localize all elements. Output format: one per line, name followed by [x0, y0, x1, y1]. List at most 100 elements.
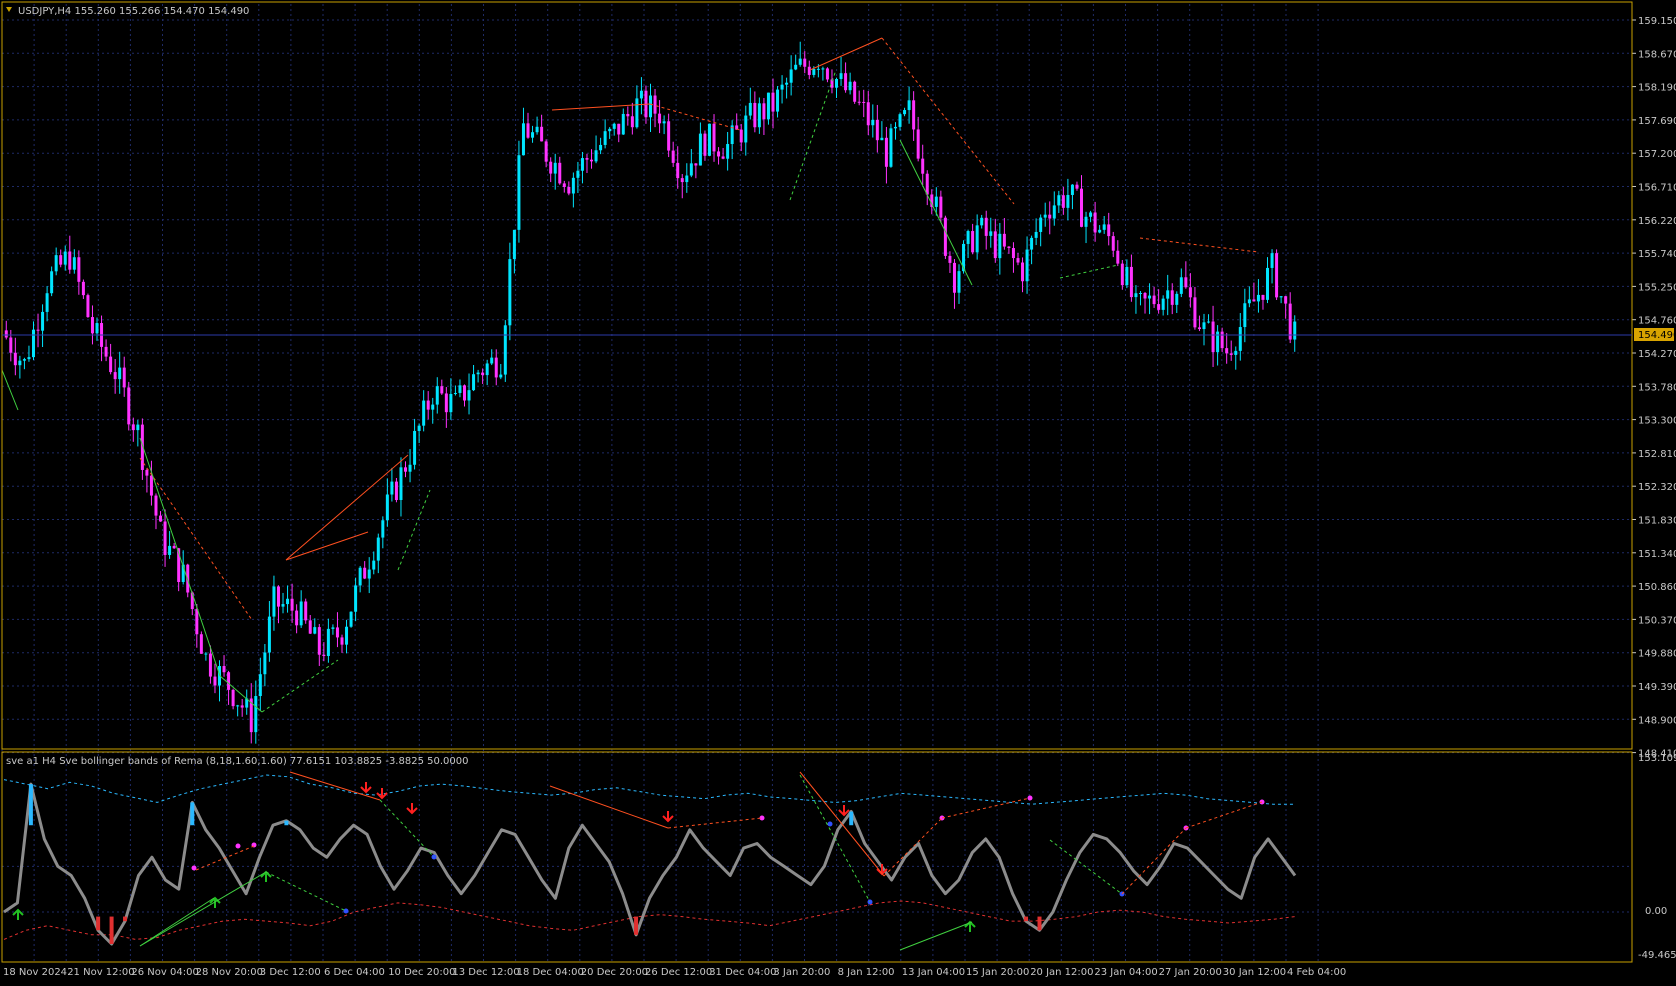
- candle-body: [50, 271, 54, 294]
- indicator-scale-zero: 0.00: [1645, 906, 1667, 917]
- candle-body: [304, 601, 308, 621]
- candle-body: [154, 495, 158, 516]
- candle-body: [394, 481, 398, 501]
- indicator-scale-bottom: -49.4651: [1638, 950, 1676, 961]
- candle-body: [658, 113, 662, 124]
- price-axis-label: 155.740: [1638, 249, 1676, 260]
- candle-body: [1007, 246, 1011, 249]
- price-axis-label: 152.810: [1638, 449, 1676, 460]
- candle-body: [1188, 287, 1192, 298]
- candle-body: [22, 359, 26, 361]
- candle-body: [254, 696, 258, 733]
- candle-body: [993, 231, 997, 259]
- candle-body: [549, 161, 553, 174]
- candle-body: [481, 372, 485, 376]
- price-axis-label: 156.710: [1638, 183, 1676, 194]
- time-axis-label: 30 Jan 12:00: [1223, 967, 1286, 978]
- candle-body: [712, 123, 716, 152]
- candle-body: [703, 133, 707, 156]
- candle-body: [1270, 253, 1274, 268]
- candle-body: [835, 78, 839, 88]
- candle-body: [1157, 304, 1161, 310]
- price-axis-label: 153.780: [1638, 382, 1676, 393]
- time-axis-label: 20 Jan 12:00: [1030, 967, 1093, 978]
- time-axis-label: 3 Jan 20:00: [773, 967, 830, 978]
- candle-body: [875, 119, 879, 141]
- candle-body: [159, 515, 163, 522]
- time-axis-label: 21 Nov 12:00: [67, 967, 134, 978]
- candle-body: [213, 676, 217, 686]
- candle-body: [281, 604, 285, 607]
- candle-body: [780, 84, 784, 90]
- candle-body: [476, 372, 480, 375]
- candle-body: [104, 346, 108, 357]
- candle-body: [553, 162, 557, 174]
- candle-body: [326, 628, 330, 656]
- candle-body: [36, 329, 40, 331]
- candle-body: [1016, 258, 1020, 263]
- candle-body: [417, 425, 421, 431]
- candle-body: [1279, 296, 1283, 298]
- chart-canvas[interactable]: 159.150 158.670 158.190 157.690 157.200 156.7…: [0, 0, 1676, 982]
- candle-body: [1002, 233, 1006, 247]
- candle-body: [998, 233, 1002, 259]
- candle-body: [957, 271, 961, 293]
- candle-body: [1102, 224, 1106, 230]
- candle-body: [907, 100, 911, 111]
- candle-body: [989, 231, 993, 236]
- candle-body: [603, 131, 607, 145]
- candle-body: [512, 229, 516, 260]
- candle-body: [726, 144, 730, 159]
- price-axis-label: 159.150: [1638, 16, 1676, 27]
- candle-body: [290, 598, 294, 611]
- candle-body: [172, 545, 176, 549]
- candle-body: [594, 150, 598, 162]
- candle-body: [131, 424, 135, 431]
- candle-body: [1261, 294, 1265, 300]
- candle-body: [857, 101, 861, 103]
- candle-body: [1252, 299, 1256, 302]
- price-axis-label: 156.220: [1638, 216, 1676, 227]
- candle-body: [1193, 297, 1197, 328]
- candle-body: [1220, 331, 1224, 349]
- candle-body: [839, 73, 843, 79]
- candle-body: [54, 255, 58, 272]
- chart-window[interactable]: 159.150 158.670 158.190 157.690 157.200 156.7…: [0, 0, 1676, 982]
- candle-body: [1229, 353, 1233, 355]
- time-axis-label: 28 Nov 20:00: [196, 967, 263, 978]
- candle-body: [612, 123, 616, 129]
- price-axis-label: 154.760: [1638, 316, 1676, 327]
- candle-body: [1107, 224, 1111, 237]
- candle-body: [1197, 327, 1201, 330]
- time-axis-label: 3 Dec 12:00: [260, 967, 321, 978]
- candle-body: [526, 123, 530, 138]
- time-axis-label: 26 Nov 04:00: [131, 967, 198, 978]
- candle-body: [240, 705, 244, 708]
- candle-body: [462, 385, 466, 401]
- time-axis-label: 31 Dec 04:00: [709, 967, 776, 978]
- time-axis-label: 10 Dec 20:00: [388, 967, 455, 978]
- candle-body: [1052, 205, 1056, 219]
- candle-body: [884, 137, 888, 167]
- candle-body: [345, 626, 349, 645]
- time-axis-label: 15 Jan 20:00: [966, 967, 1029, 978]
- candle-body: [149, 475, 153, 496]
- candle-body: [1179, 277, 1183, 294]
- candle-body: [1080, 188, 1083, 227]
- candle-body: [322, 654, 326, 656]
- candle-body: [939, 196, 943, 218]
- candle-body: [567, 186, 571, 194]
- time-axis-label: 27 Jan 20:00: [1159, 967, 1222, 978]
- candle-body: [1256, 294, 1260, 302]
- candle-body: [1175, 293, 1179, 305]
- price-axis-label: 150.860: [1638, 582, 1676, 593]
- candle-body: [971, 231, 975, 253]
- indicator-header: sve a1 H4 Sve bollinger bands of Rema (8…: [6, 756, 468, 767]
- candle-body: [41, 311, 45, 331]
- candle-body: [258, 674, 262, 697]
- candle-body: [408, 464, 412, 472]
- candle-body: [535, 126, 539, 133]
- candle-body: [236, 705, 240, 707]
- candle-body: [1066, 194, 1070, 208]
- candle-body: [440, 386, 444, 394]
